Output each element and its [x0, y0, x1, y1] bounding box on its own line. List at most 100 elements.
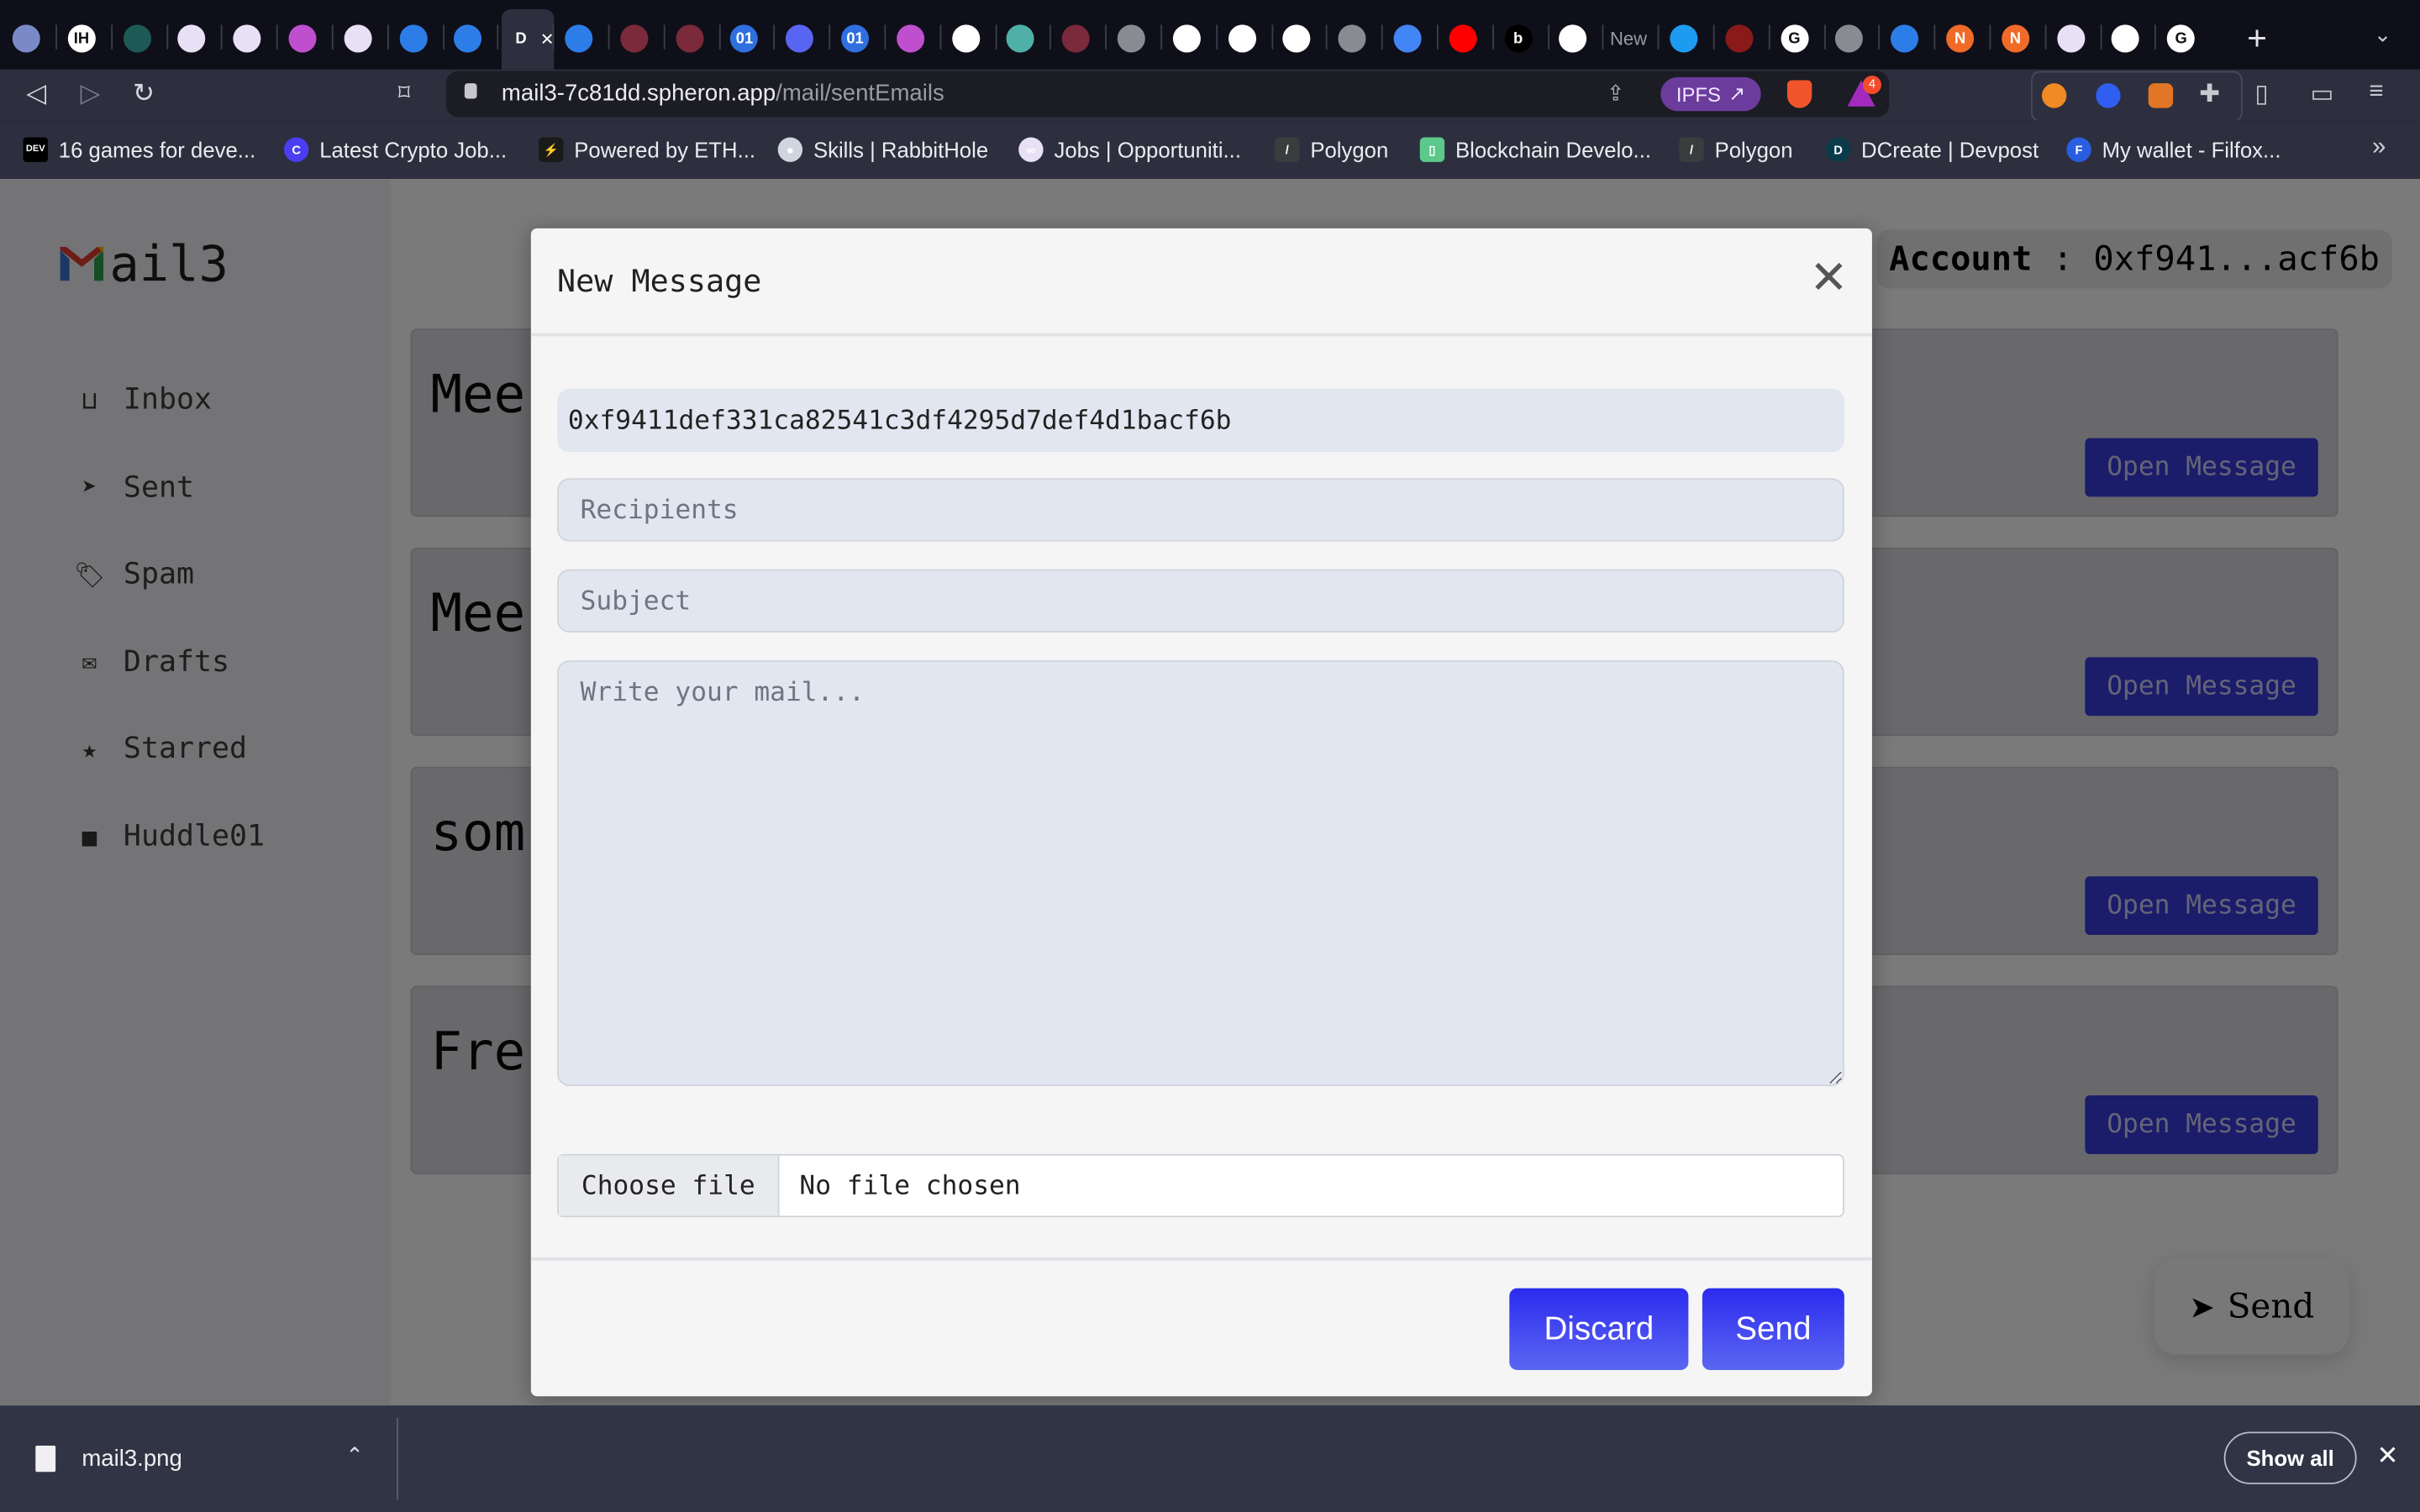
browser-tab[interactable]: M — [1220, 17, 1263, 60]
browser-tab[interactable] — [1331, 17, 1374, 60]
browser-tab[interactable]: G — [2160, 17, 2202, 60]
browser-tab[interactable]: b — [1497, 17, 1539, 60]
b-icon: b — [1504, 24, 1533, 53]
browser-tab[interactable]: 01 — [834, 17, 876, 60]
bookmark-item[interactable]: ● Skills | RabbitHole — [777, 137, 988, 162]
bookmark-item[interactable]: ▯ Blockchain Develo... — [1419, 137, 1651, 162]
brave-shields-icon[interactable] — [1786, 80, 1812, 108]
browser-tab[interactable] — [226, 17, 269, 60]
new-tab-button[interactable]: + — [2247, 18, 2267, 59]
browser-tab[interactable] — [613, 17, 655, 60]
browser-tab[interactable] — [1110, 17, 1153, 60]
browser-tab[interactable]: G — [1773, 17, 1816, 60]
chevron-up-icon[interactable]: ⌃ — [345, 1442, 364, 1468]
attachment-file-input[interactable]: Choose file No file chosen — [557, 1153, 1844, 1218]
browser-tab[interactable] — [1055, 17, 1097, 60]
wallet-icon[interactable]: ▭ — [2311, 79, 2334, 110]
browser-tab[interactable] — [171, 17, 213, 60]
browser-tab[interactable] — [944, 17, 986, 60]
url-text[interactable]: mail3-7c81dd.spheron.app/mail/sentEmails — [502, 81, 944, 107]
bookmarks-overflow-icon[interactable]: » — [2372, 134, 2386, 162]
sidebar-toggle-icon[interactable]: ▯ — [2254, 79, 2268, 110]
browser-tab[interactable] — [281, 17, 324, 60]
extension-circle-icon[interactable] — [2096, 83, 2121, 108]
browser-tab[interactable] — [999, 17, 1042, 60]
puzzle-icon[interactable]: ✚ — [2199, 79, 2220, 110]
forward-icon[interactable]: ▷ — [81, 79, 101, 110]
browser-tab[interactable] — [1883, 17, 1926, 60]
bookmark-item[interactable]: / Polygon — [1679, 137, 1792, 162]
bookmark-item[interactable]: C Latest Crypto Job... — [283, 137, 508, 162]
metamask-icon[interactable] — [2148, 83, 2174, 108]
browser-tab[interactable] — [1165, 17, 1207, 60]
browser-tab[interactable] — [668, 17, 711, 60]
browser-tab[interactable] — [2104, 17, 2147, 60]
browser-tab[interactable] — [1662, 17, 1705, 60]
subject-input[interactable] — [557, 569, 1844, 633]
browser-tab[interactable] — [2049, 17, 2091, 60]
browser-tab[interactable] — [447, 17, 490, 60]
browser-tab[interactable]: N — [1939, 17, 1981, 60]
mail-body-textarea[interactable] — [557, 660, 1844, 1087]
bookmark-item[interactable]: ⚡ Powered by ETH... — [539, 137, 755, 162]
close-download-bar-icon[interactable]: ✕ — [2377, 1441, 2399, 1472]
browser-tab[interactable]: D ✕ — [502, 9, 555, 70]
tab-separator — [221, 24, 224, 50]
browser-tab[interactable] — [557, 17, 600, 60]
browser-tab[interactable]: 01 — [723, 17, 765, 60]
browser-tab[interactable] — [1828, 17, 1870, 60]
ipfs-button[interactable]: IPFS ↗ — [1660, 76, 1761, 112]
rewards-badge: 4 — [1862, 75, 1881, 95]
share-icon[interactable]: ⇪ — [1607, 81, 1625, 107]
bookmark-item[interactable]: D DCreate | Devpost — [1825, 137, 2039, 162]
bookmark-item[interactable]: / Polygon — [1275, 137, 1388, 162]
browser-tab[interactable]: IH — [60, 17, 103, 60]
from-address-field[interactable] — [557, 388, 1844, 453]
browser-tab[interactable] — [1552, 17, 1595, 60]
browser-tab[interactable] — [5, 17, 48, 60]
bookmark-label: Latest Crypto Job... — [319, 137, 508, 162]
browser-tab[interactable] — [778, 17, 821, 60]
menu-icon[interactable]: ≡ — [2369, 79, 2383, 107]
bookmark-item[interactable]: F My wallet - Filfox... — [2066, 137, 2281, 162]
download-file-name[interactable]: mail3.png — [82, 1446, 182, 1472]
send-button[interactable]: Send — [1702, 1288, 1844, 1370]
extension-g-icon[interactable] — [2041, 83, 2067, 108]
tab-separator — [1436, 24, 1439, 50]
browser-tab[interactable]: Ш — [1276, 17, 1318, 60]
address-bar[interactable]: mail3-7c81dd.spheron.app/mail/sentEmails… — [445, 71, 1890, 118]
browser-tab[interactable] — [1386, 17, 1428, 60]
choose-file-button[interactable]: Choose file — [558, 1155, 780, 1216]
recipients-input[interactable] — [557, 478, 1844, 542]
tab-separator — [773, 24, 776, 50]
discard-button[interactable]: Discard — [1509, 1288, 1689, 1370]
tab-separator — [497, 24, 499, 50]
bookmark-icon[interactable]: ⌑ — [398, 79, 410, 107]
back-icon[interactable]: ◁ — [26, 79, 46, 110]
tower-icon — [619, 24, 649, 53]
tab-search-icon[interactable]: ⌄ — [2374, 22, 2392, 48]
bookmark-item[interactable]: ∞ Jobs | Opportuniti... — [1018, 137, 1241, 162]
reload-icon[interactable]: ↻ — [133, 79, 155, 110]
github-icon — [1559, 24, 1587, 53]
browser-tab[interactable] — [115, 17, 158, 60]
bookmark-label: Blockchain Develo... — [1455, 137, 1651, 162]
bookmark-item[interactable]: DEV 16 games for deve... — [23, 137, 255, 162]
bookmark-label: My wallet - Filfox... — [2102, 137, 2281, 162]
browser-tab[interactable]: N — [1994, 17, 2037, 60]
tab-separator — [2044, 24, 2047, 50]
browser-tab[interactable] — [1441, 17, 1484, 60]
browser-tab[interactable] — [336, 17, 379, 60]
dev-icon: DEV — [23, 137, 48, 162]
meet-icon: 01 — [730, 24, 759, 53]
tab-separator — [1878, 24, 1881, 50]
close-icon[interactable]: ✕ — [1806, 255, 1852, 302]
spheron-icon — [454, 24, 482, 53]
browser-tab[interactable]: New — [1607, 17, 1650, 60]
browser-tab[interactable] — [1718, 17, 1760, 60]
show-all-button[interactable]: Show all — [2223, 1431, 2357, 1484]
docs-icon — [1393, 24, 1422, 53]
browser-tab[interactable] — [392, 17, 434, 60]
tab-separator — [1326, 24, 1328, 50]
browser-tab[interactable] — [889, 17, 932, 60]
